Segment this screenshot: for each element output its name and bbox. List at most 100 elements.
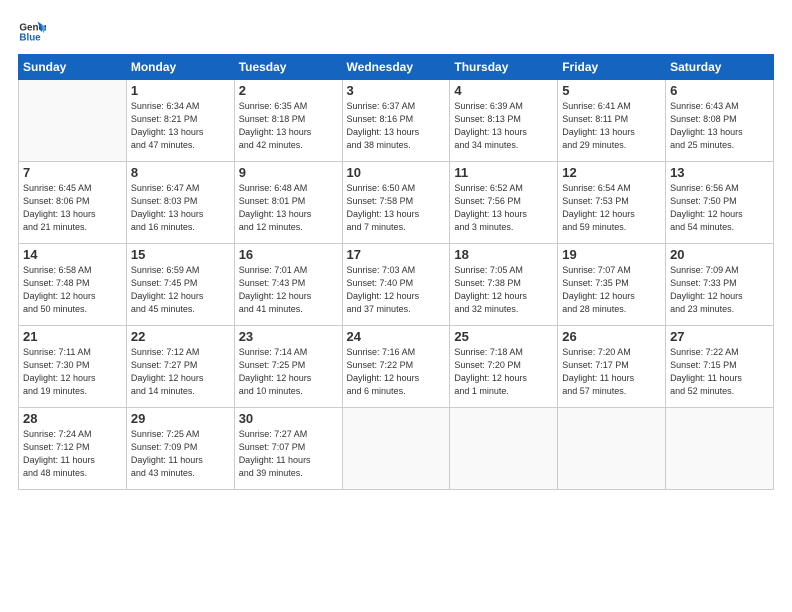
days-of-week-row: SundayMondayTuesdayWednesdayThursdayFrid… [19, 55, 774, 80]
day-number: 10 [347, 165, 446, 180]
day-header-sunday: Sunday [19, 55, 127, 80]
day-number: 23 [239, 329, 338, 344]
day-info: Sunrise: 6:59 AM Sunset: 7:45 PM Dayligh… [131, 264, 230, 316]
calendar-cell: 7 Sunrise: 6:45 AM Sunset: 8:06 PM Daylig… [19, 162, 127, 244]
calendar-cell: 8Sunrise: 6:47 AM Sunset: 8:03 PM Daylig… [126, 162, 234, 244]
calendar-cell: 10 Sunrise: 6:50 AM Sunset: 7:58 PM Dayli… [342, 162, 450, 244]
day-info: Sunrise: 6:39 AM Sunset: 8:13 PM Dayligh… [454, 100, 553, 152]
calendar-cell: 16 Sunrise: 7:01 AM Sunset: 7:43 PM Dayli… [234, 244, 342, 326]
day-header-saturday: Saturday [666, 55, 774, 80]
day-number: 27 [670, 329, 769, 344]
week-row-4: 21Sunrise: 7:11 AM Sunset: 7:30 PM Dayli… [19, 326, 774, 408]
day-info: Sunrise: 6:43 AM Sunset: 8:08 PM Dayligh… [670, 100, 769, 152]
day-info: Sunrise: 7:22 AM Sunset: 7:15 PM Dayligh… [670, 346, 769, 398]
day-number: 30 [239, 411, 338, 426]
day-info: Sunrise: 6:50 AM Sunset: 7:58 PM Dayligh… [347, 182, 446, 234]
day-number: 14 [23, 247, 122, 262]
day-info: Sunrise: 6:56 AM Sunset: 7:50 PM Dayligh… [670, 182, 769, 234]
calendar-cell: 5 Sunrise: 6:41 AM Sunset: 8:11 PM Daylig… [558, 80, 666, 162]
day-info: Sunrise: 6:35 AM Sunset: 8:18 PM Dayligh… [239, 100, 338, 152]
calendar-cell [19, 80, 127, 162]
calendar-cell: 15 Sunrise: 6:59 AM Sunset: 7:45 PM Dayli… [126, 244, 234, 326]
day-info: Sunrise: 7:16 AM Sunset: 7:22 PM Dayligh… [347, 346, 446, 398]
week-row-2: 7 Sunrise: 6:45 AM Sunset: 8:06 PM Daylig… [19, 162, 774, 244]
day-number: 16 [239, 247, 338, 262]
calendar-cell: 19 Sunrise: 7:07 AM Sunset: 7:35 PM Dayli… [558, 244, 666, 326]
calendar-cell: 26 Sunrise: 7:20 AM Sunset: 7:17 PM Dayli… [558, 326, 666, 408]
calendar-cell: 30 Sunrise: 7:27 AM Sunset: 7:07 PM Dayli… [234, 408, 342, 490]
calendar-table: SundayMondayTuesdayWednesdayThursdayFrid… [18, 54, 774, 490]
day-number: 22 [131, 329, 230, 344]
day-number: 12 [562, 165, 661, 180]
calendar-cell: 23 Sunrise: 7:14 AM Sunset: 7:25 PM Dayli… [234, 326, 342, 408]
day-number: 20 [670, 247, 769, 262]
day-number: 5 [562, 83, 661, 98]
logo: General Blue [18, 18, 50, 46]
calendar-cell: 25 Sunrise: 7:18 AM Sunset: 7:20 PM Dayli… [450, 326, 558, 408]
calendar-cell: 2 Sunrise: 6:35 AM Sunset: 8:18 PM Daylig… [234, 80, 342, 162]
logo-icon: General Blue [18, 18, 46, 46]
calendar-cell: 24 Sunrise: 7:16 AM Sunset: 7:22 PM Dayli… [342, 326, 450, 408]
day-info: Sunrise: 7:24 AM Sunset: 7:12 PM Dayligh… [23, 428, 122, 480]
svg-text:Blue: Blue [19, 32, 41, 43]
day-number: 7 [23, 165, 122, 180]
calendar-cell: 28Sunrise: 7:24 AM Sunset: 7:12 PM Dayli… [19, 408, 127, 490]
day-info: Sunrise: 7:14 AM Sunset: 7:25 PM Dayligh… [239, 346, 338, 398]
header: General Blue [18, 18, 774, 46]
day-number: 26 [562, 329, 661, 344]
calendar-cell: 1 Sunrise: 6:34 AM Sunset: 8:21 PM Daylig… [126, 80, 234, 162]
day-info: Sunrise: 7:03 AM Sunset: 7:40 PM Dayligh… [347, 264, 446, 316]
day-number: 21 [23, 329, 122, 344]
calendar-cell: 13 Sunrise: 6:56 AM Sunset: 7:50 PM Dayli… [666, 162, 774, 244]
day-info: Sunrise: 7:20 AM Sunset: 7:17 PM Dayligh… [562, 346, 661, 398]
day-info: Sunrise: 6:54 AM Sunset: 7:53 PM Dayligh… [562, 182, 661, 234]
calendar-cell: 20 Sunrise: 7:09 AM Sunset: 7:33 PM Dayli… [666, 244, 774, 326]
day-info: Sunrise: 7:01 AM Sunset: 7:43 PM Dayligh… [239, 264, 338, 316]
calendar-cell: 3Sunrise: 6:37 AM Sunset: 8:16 PM Daylig… [342, 80, 450, 162]
day-header-tuesday: Tuesday [234, 55, 342, 80]
day-number: 6 [670, 83, 769, 98]
day-info: Sunrise: 7:05 AM Sunset: 7:38 PM Dayligh… [454, 264, 553, 316]
calendar-cell: 21Sunrise: 7:11 AM Sunset: 7:30 PM Dayli… [19, 326, 127, 408]
week-row-1: 1 Sunrise: 6:34 AM Sunset: 8:21 PM Daylig… [19, 80, 774, 162]
day-info: Sunrise: 7:27 AM Sunset: 7:07 PM Dayligh… [239, 428, 338, 480]
calendar-cell: 22 Sunrise: 7:12 AM Sunset: 7:27 PM Dayli… [126, 326, 234, 408]
day-number: 19 [562, 247, 661, 262]
day-info: Sunrise: 6:45 AM Sunset: 8:06 PM Dayligh… [23, 182, 122, 234]
day-number: 4 [454, 83, 553, 98]
day-number: 13 [670, 165, 769, 180]
calendar-cell: 6 Sunrise: 6:43 AM Sunset: 8:08 PM Daylig… [666, 80, 774, 162]
calendar-cell: 9 Sunrise: 6:48 AM Sunset: 8:01 PM Daylig… [234, 162, 342, 244]
day-header-wednesday: Wednesday [342, 55, 450, 80]
day-number: 2 [239, 83, 338, 98]
calendar-cell [558, 408, 666, 490]
day-number: 24 [347, 329, 446, 344]
day-number: 9 [239, 165, 338, 180]
calendar-body: 1 Sunrise: 6:34 AM Sunset: 8:21 PM Daylig… [19, 80, 774, 490]
day-header-thursday: Thursday [450, 55, 558, 80]
day-number: 29 [131, 411, 230, 426]
day-info: Sunrise: 7:12 AM Sunset: 7:27 PM Dayligh… [131, 346, 230, 398]
calendar-cell [450, 408, 558, 490]
day-number: 25 [454, 329, 553, 344]
week-row-5: 28Sunrise: 7:24 AM Sunset: 7:12 PM Dayli… [19, 408, 774, 490]
day-info: Sunrise: 6:48 AM Sunset: 8:01 PM Dayligh… [239, 182, 338, 234]
day-info: Sunrise: 6:34 AM Sunset: 8:21 PM Dayligh… [131, 100, 230, 152]
day-info: Sunrise: 6:52 AM Sunset: 7:56 PM Dayligh… [454, 182, 553, 234]
calendar-cell: 17 Sunrise: 7:03 AM Sunset: 7:40 PM Dayli… [342, 244, 450, 326]
calendar-cell [666, 408, 774, 490]
day-info: Sunrise: 7:09 AM Sunset: 7:33 PM Dayligh… [670, 264, 769, 316]
calendar-header: SundayMondayTuesdayWednesdayThursdayFrid… [19, 55, 774, 80]
day-info: Sunrise: 6:58 AM Sunset: 7:48 PM Dayligh… [23, 264, 122, 316]
calendar-cell: 18Sunrise: 7:05 AM Sunset: 7:38 PM Dayli… [450, 244, 558, 326]
day-header-monday: Monday [126, 55, 234, 80]
day-number: 17 [347, 247, 446, 262]
day-info: Sunrise: 6:41 AM Sunset: 8:11 PM Dayligh… [562, 100, 661, 152]
day-number: 1 [131, 83, 230, 98]
calendar-cell: 4 Sunrise: 6:39 AM Sunset: 8:13 PM Daylig… [450, 80, 558, 162]
day-number: 3 [347, 83, 446, 98]
day-info: Sunrise: 7:07 AM Sunset: 7:35 PM Dayligh… [562, 264, 661, 316]
day-info: Sunrise: 7:18 AM Sunset: 7:20 PM Dayligh… [454, 346, 553, 398]
calendar-cell: 11Sunrise: 6:52 AM Sunset: 7:56 PM Dayli… [450, 162, 558, 244]
day-number: 15 [131, 247, 230, 262]
